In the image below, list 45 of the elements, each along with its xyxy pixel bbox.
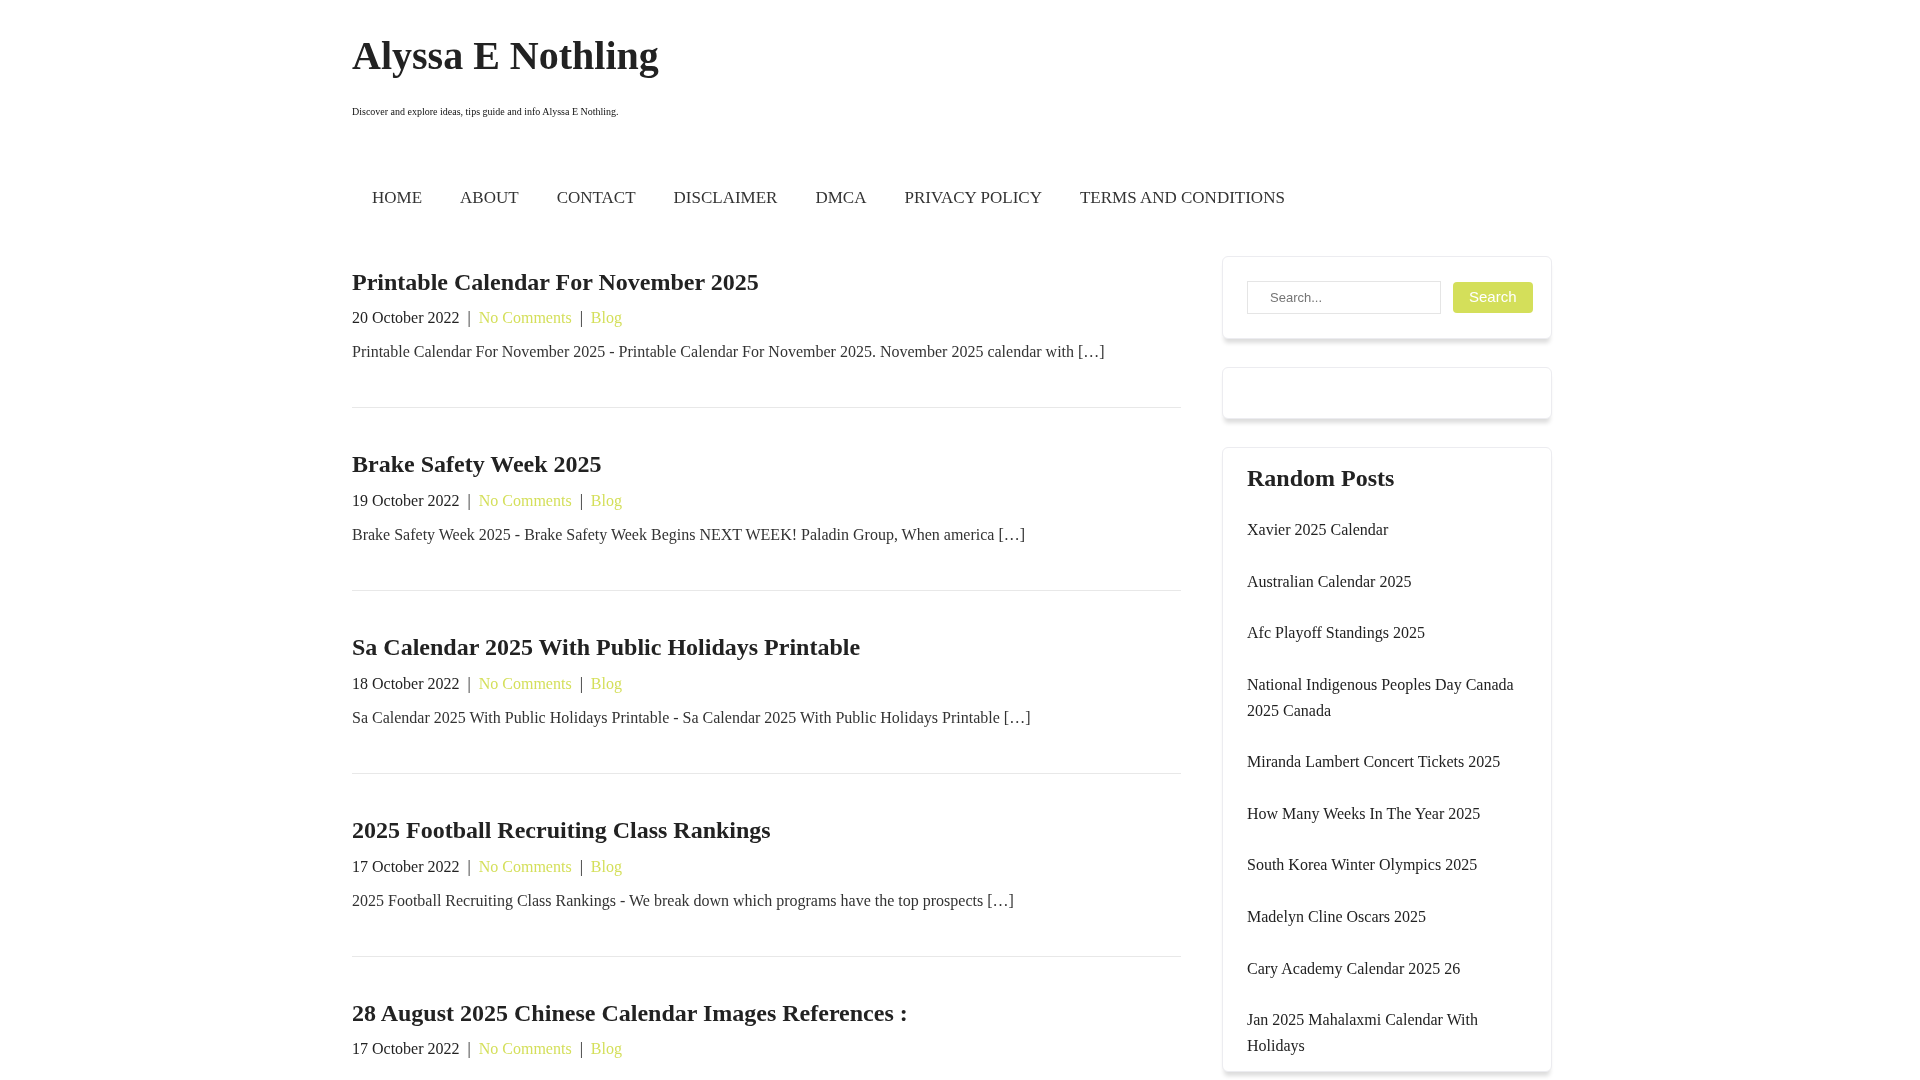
random-post-link[interactable]: Madelyn Cline Oscars 2025 xyxy=(1247,891,1527,943)
random-post-link[interactable]: South Korea Winter Olympics 2025 xyxy=(1247,839,1527,892)
random-post-link[interactable]: Afc Playoff Standings 2025 xyxy=(1247,607,1527,660)
nav-link-item[interactable]: DMCA xyxy=(796,181,886,215)
nav-link-item[interactable]: TERMS AND CONDITIONS xyxy=(1060,181,1304,215)
post-title[interactable]: Sa Calendar 2025 With Public Holidays Printable xyxy=(352,633,1181,662)
meta-separator: | xyxy=(467,674,471,692)
nav-link-item[interactable]: CONTACT xyxy=(537,181,655,215)
meta-separator: | xyxy=(579,492,583,510)
meta-separator: | xyxy=(579,674,583,692)
post-title[interactable]: 28 August 2025 Chinese Calendar Images References : xyxy=(352,998,1181,1028)
site-tagline: Discover and explore ideas, tips guide and info Alyssa E Nothling. xyxy=(352,105,620,119)
random-post-link[interactable]: Miranda Lambert Concert Tickets 2025 xyxy=(1247,736,1527,788)
post-excerpt: Printable Calendar For November 2025 - Printable Calendar For November 2025. November 2025 calendar with […] xyxy=(352,342,1106,363)
search-field[interactable]: Search... xyxy=(1247,280,1441,314)
post-excerpt: 2025 Football Recruiting Class Rankings - We break down which programs have the top prospects […] xyxy=(352,890,1015,912)
nav-link-item[interactable]: DISCLAIMER xyxy=(654,181,797,215)
post-title[interactable]: Printable Calendar For November 2025 xyxy=(352,267,1181,297)
post-title[interactable]: Brake Safety Week 2025 xyxy=(352,450,1181,480)
meta-separator: | xyxy=(467,1040,471,1058)
random-post-link[interactable]: Xavier 2025 Calendar xyxy=(1247,504,1527,556)
meta-separator: | xyxy=(579,1040,583,1058)
post-date: 17 October 2022 xyxy=(352,1040,460,1058)
nav-link-item[interactable]: ABOUT xyxy=(441,181,538,215)
post-date: 20 October 2022 xyxy=(352,309,460,327)
widget-heading: Random Posts xyxy=(1247,463,1396,493)
post-date: 19 October 2022 xyxy=(352,492,460,510)
meta-separator: | xyxy=(467,857,471,875)
meta-separator: | xyxy=(579,857,583,875)
random-post-link[interactable]: Jan 2025 Mahalaxmi Calendar With Holidays xyxy=(1247,994,1527,1072)
random-post-link[interactable]: Cary Academy Calendar 2025 26 xyxy=(1247,942,1527,995)
post-excerpt: Sa Calendar 2025 With Public Holidays Printable - Sa Calendar 2025 With Public Holidays Printable […] xyxy=(352,707,1032,729)
site-title[interactable]: Alyssa E Nothling xyxy=(352,34,1552,78)
random-post-link[interactable]: National Indigenous Peoples Day Canada 2025 Canada xyxy=(1247,659,1527,737)
random-post-link[interactable]: Australian Calendar 2025 xyxy=(1247,555,1527,608)
nav-link-item[interactable]: HOME xyxy=(352,181,442,215)
post-excerpt: Brake Safety Week 2025 - Brake Safety Week Begins NEXT WEEK! Paladin Group, When america […] xyxy=(352,525,1027,546)
post-date: 17 October 2022 xyxy=(352,857,460,875)
post-title[interactable]: 2025 Football Recruiting Class Rankings xyxy=(352,815,1181,845)
meta-separator: | xyxy=(579,309,583,327)
post-date: 18 October 2022 xyxy=(352,674,460,692)
meta-separator: | xyxy=(467,309,471,327)
random-post-link[interactable]: How Many Weeks In The Year 2025 xyxy=(1247,787,1527,840)
nav-link-item[interactable]: PRIVACY POLICY xyxy=(885,181,1061,215)
meta-separator: | xyxy=(467,492,471,510)
